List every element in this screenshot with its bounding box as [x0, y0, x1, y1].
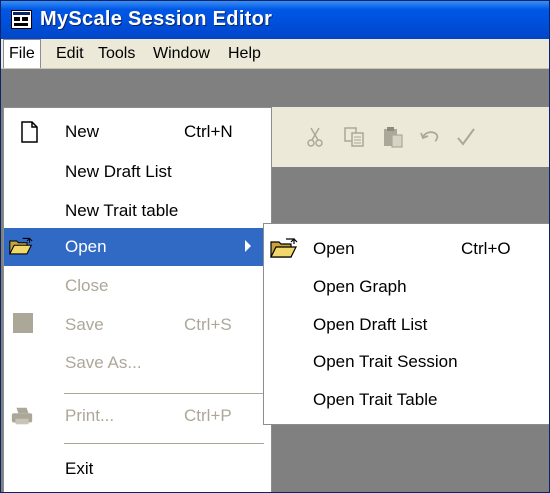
submenu-item-open-trait-session[interactable]: Open Trait Session — [264, 343, 549, 381]
menu-window[interactable]: Window — [148, 39, 215, 68]
submenu-item-open-graph[interactable]: Open Graph — [264, 268, 549, 306]
menu-item-label: Close — [65, 276, 109, 295]
submenu-arrow-icon — [245, 240, 251, 252]
open-submenu: Open Ctrl+O Open Graph Open Draft List O… — [263, 223, 549, 425]
copy-icon[interactable] — [342, 125, 366, 149]
menu-edit[interactable]: Edit — [51, 39, 89, 68]
menu-item-label: New Trait table — [65, 201, 179, 220]
menu-file[interactable]: File — [3, 39, 41, 68]
undo-icon[interactable] — [419, 125, 443, 149]
title-bar[interactable]: MyScale Session Editor — [1, 1, 549, 39]
file-menu: New Ctrl+N New Draft List New Trait tabl… — [3, 107, 272, 492]
menu-item-label: Save As... — [65, 353, 142, 372]
menu-item-new-draft-list[interactable]: New Draft List — [4, 153, 271, 191]
menu-item-label: Save — [65, 315, 104, 334]
submenu-item-label: Open Draft List — [313, 315, 428, 334]
submenu-item-label: Open — [313, 239, 355, 258]
menu-item-shortcut: Ctrl+S — [184, 315, 232, 334]
menu-item-shortcut: Ctrl+N — [184, 122, 233, 141]
cut-icon[interactable] — [303, 125, 327, 149]
submenu-item-open-trait-table[interactable]: Open Trait Table — [264, 381, 549, 419]
submenu-item-label: Open Trait Session — [313, 352, 458, 371]
menu-item-label: Print... — [65, 406, 115, 425]
menu-item-open[interactable]: Open — [4, 228, 271, 266]
submenu-item-open[interactable]: Open Ctrl+O — [264, 230, 549, 268]
menu-item-new[interactable]: New Ctrl+N — [4, 113, 271, 151]
menu-help[interactable]: Help — [223, 39, 266, 68]
menu-separator — [64, 393, 264, 394]
menu-item-label: New Draft List — [65, 162, 172, 181]
menu-item-exit[interactable]: Exit — [4, 450, 271, 488]
open-folder-icon — [9, 237, 33, 255]
submenu-item-label: Open Graph — [313, 277, 407, 296]
menu-bar: File Edit Tools Window Help — [1, 39, 549, 69]
menu-item-save[interactable]: Save Ctrl+S — [4, 306, 271, 344]
paste-icon[interactable] — [381, 125, 405, 149]
printer-icon — [11, 407, 33, 425]
menu-separator — [64, 443, 264, 444]
menu-tools[interactable]: Tools — [93, 39, 140, 68]
app-icon — [11, 10, 32, 29]
new-document-icon — [21, 121, 38, 143]
submenu-item-open-draft-list[interactable]: Open Draft List — [264, 306, 549, 344]
app-window: MyScale Session Editor File Edit Tools W… — [0, 0, 550, 493]
submenu-item-label: Open Trait Table — [313, 390, 438, 409]
menu-item-save-as[interactable]: Save As... — [4, 344, 271, 382]
save-icon — [13, 313, 33, 333]
submenu-item-shortcut: Ctrl+O — [461, 239, 511, 258]
menu-item-label: Exit — [65, 459, 94, 478]
check-icon[interactable] — [454, 125, 478, 149]
menu-item-label: New — [65, 122, 100, 141]
window-title: MyScale Session Editor — [40, 8, 273, 30]
open-folder-icon — [270, 238, 298, 258]
menu-item-new-trait-table[interactable]: New Trait table — [4, 192, 271, 230]
toolbar — [266, 107, 549, 167]
menu-item-print[interactable]: Print... Ctrl+P — [4, 397, 271, 435]
menu-item-shortcut: Ctrl+P — [184, 406, 232, 425]
menu-item-label: Open — [65, 237, 107, 256]
menu-item-close[interactable]: Close — [4, 267, 271, 305]
